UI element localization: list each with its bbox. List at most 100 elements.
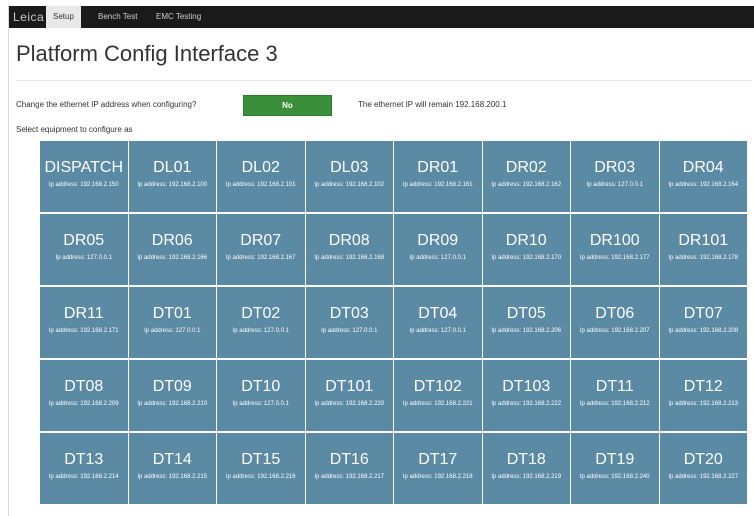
equipment-tile-dr04[interactable]: DR04 Ip address: 192.168.2.164 xyxy=(659,141,747,212)
equipment-tile-dr02[interactable]: DR02 Ip address: 192.168.2.162 xyxy=(482,141,570,212)
equipment-ip-address: Ip address: 192.168.2.206 xyxy=(491,328,562,334)
equipment-name: DR10 xyxy=(505,232,547,249)
equipment-tile-dr101[interactable]: DR101 Ip address: 192.168.2.178 xyxy=(659,214,747,285)
equipment-ip-address: Ip address: 192.168.2.213 xyxy=(668,401,739,407)
equipment-ip-address: Ip address: 192.168.2.215 xyxy=(137,474,208,480)
equipment-ip-address: Ip address: 192.168.2.216 xyxy=(225,474,296,480)
equipment-tile-dt15[interactable]: DT15 Ip address: 192.168.2.216 xyxy=(217,433,305,504)
equipment-ip-address: Ip address: 192.168.2.102 xyxy=(314,182,385,188)
equipment-name: DT102 xyxy=(413,378,462,395)
equipment-tile-dr100[interactable]: DR100 Ip address: 192.168.2.177 xyxy=(571,214,659,285)
equipment-tile-dt10[interactable]: DT10 Ip address: 127.0.0.1 xyxy=(217,360,305,431)
equipment-ip-address: Ip address: 192.168.2.162 xyxy=(491,182,562,188)
equipment-tile-dt14[interactable]: DT14 Ip address: 192.168.2.215 xyxy=(128,433,216,504)
equipment-tile-dr05[interactable]: DR05 Ip address: 127.0.0.1 xyxy=(40,214,128,285)
tab-setup[interactable]: Setup xyxy=(46,6,81,28)
equipment-tile-dr10[interactable]: DR10 Ip address: 192.168.2.170 xyxy=(482,214,570,285)
equipment-name: DL03 xyxy=(330,159,369,176)
equipment-ip-address: Ip address: 192.168.2.171 xyxy=(48,328,119,334)
equipment-ip-address: Ip address: 192.168.2.177 xyxy=(579,255,650,261)
equipment-name: DR08 xyxy=(328,232,370,249)
equipment-name: DR04 xyxy=(682,159,724,176)
equipment-name: DL02 xyxy=(241,159,280,176)
equipment-tile-dt18[interactable]: DT18 Ip address: 192.168.2.219 xyxy=(482,433,570,504)
equipment-tile-dt07[interactable]: DT07 Ip address: 192.168.2.208 xyxy=(659,287,747,358)
page-title: Platform Config Interface 3 xyxy=(16,41,278,66)
equipment-tile-dr01[interactable]: DR01 Ip address: 192.168.2.161 xyxy=(394,141,482,212)
equipment-ip-address: Ip address: 192.168.2.167 xyxy=(225,255,296,261)
equipment-name: DR02 xyxy=(505,159,547,176)
equipment-name: DR101 xyxy=(678,232,729,249)
tab-bench-test[interactable]: Bench Test xyxy=(91,6,144,28)
equipment-tile-dr09[interactable]: DR09 Ip address: 127.0.0.1 xyxy=(394,214,482,285)
equipment-tile-dl02[interactable]: DL02 Ip address: 192.168.2.101 xyxy=(217,141,305,212)
equipment-ip-address: Ip address: 127.0.0.1 xyxy=(409,255,466,261)
equipment-tile-dt06[interactable]: DT06 Ip address: 192.168.2.207 xyxy=(571,287,659,358)
equipment-name: DR07 xyxy=(240,232,282,249)
equipment-tile-dt20[interactable]: DT20 Ip address: 192.168.2.227 xyxy=(659,433,747,504)
equipment-ip-address: Ip address: 127.0.0.1 xyxy=(232,401,289,407)
ip-change-question: Change the ethernet IP address when conf… xyxy=(16,100,197,109)
equipment-tile-dt01[interactable]: DT01 Ip address: 127.0.0.1 xyxy=(128,287,216,358)
equipment-tile-dt19[interactable]: DT19 Ip address: 192.168.2.240 xyxy=(571,433,659,504)
equipment-tile-dr07[interactable]: DR07 Ip address: 192.168.2.167 xyxy=(217,214,305,285)
equipment-ip-address: Ip address: 192.168.2.166 xyxy=(137,255,208,261)
equipment-ip-address: Ip address: 192.168.2.221 xyxy=(402,401,473,407)
equipment-tile-dt102[interactable]: DT102 Ip address: 192.168.2.221 xyxy=(394,360,482,431)
equipment-tile-dt103[interactable]: DT103 Ip address: 192.168.2.222 xyxy=(482,360,570,431)
equipment-tile-dt02[interactable]: DT02 Ip address: 127.0.0.1 xyxy=(217,287,305,358)
equipment-tile-dt08[interactable]: DT08 Ip address: 192.168.2.209 xyxy=(40,360,128,431)
equipment-grid: DISPATCH Ip address: 192.168.2.150 DL01 Ip … xyxy=(40,141,747,516)
equipment-name: DT103 xyxy=(502,378,551,395)
equipment-name: DT06 xyxy=(595,305,635,322)
equipment-name: DT19 xyxy=(595,451,635,468)
brand-logo[interactable]: Leica xyxy=(13,10,44,24)
page-left-border xyxy=(8,6,9,516)
equipment-tile-dt13[interactable]: DT13 Ip address: 192.168.2.214 xyxy=(40,433,128,504)
equipment-ip-address: Ip address: 192.168.2.218 xyxy=(402,474,473,480)
equipment-tile-dt16[interactable]: DT16 Ip address: 192.168.2.217 xyxy=(305,433,393,504)
equipment-ip-address: Ip address: 192.168.2.178 xyxy=(668,255,739,261)
tab-emc-testing[interactable]: EMC Testing xyxy=(149,6,208,28)
equipment-ip-address: Ip address: 127.0.0.1 xyxy=(232,328,289,334)
select-equipment-label: Select equipment to configure as xyxy=(16,125,133,134)
title-divider xyxy=(16,80,752,81)
equipment-tile-dt17[interactable]: DT17 Ip address: 192.168.2.218 xyxy=(394,433,482,504)
equipment-name: DT08 xyxy=(64,378,104,395)
equipment-ip-address: Ip address: 192.168.2.222 xyxy=(491,401,562,407)
equipment-tile-dr08[interactable]: DR08 Ip address: 192.168.2.168 xyxy=(305,214,393,285)
equipment-name: DT12 xyxy=(683,378,723,395)
equipment-ip-address: Ip address: 192.168.2.220 xyxy=(314,401,385,407)
equipment-name: DT01 xyxy=(152,305,192,322)
equipment-tile-dr06[interactable]: DR06 Ip address: 192.168.2.166 xyxy=(128,214,216,285)
equipment-tile-dt03[interactable]: DT03 Ip address: 127.0.0.1 xyxy=(305,287,393,358)
equipment-ip-address: Ip address: 192.168.2.219 xyxy=(491,474,562,480)
equipment-tile-dt04[interactable]: DT04 Ip address: 127.0.0.1 xyxy=(394,287,482,358)
equipment-tile-dl03[interactable]: DL03 Ip address: 192.168.2.102 xyxy=(305,141,393,212)
equipment-ip-address: Ip address: 127.0.0.1 xyxy=(586,182,643,188)
equipment-tile-dr11[interactable]: DR11 Ip address: 192.168.2.171 xyxy=(40,287,128,358)
equipment-name: DT15 xyxy=(241,451,281,468)
equipment-name: DISPATCH xyxy=(44,159,124,176)
equipment-name: DR05 xyxy=(63,232,105,249)
no-button[interactable]: No xyxy=(243,95,332,116)
equipment-ip-address: Ip address: 192.168.2.209 xyxy=(48,401,119,407)
equipment-ip-address: Ip address: 127.0.0.1 xyxy=(321,328,378,334)
equipment-tile-dt05[interactable]: DT05 Ip address: 192.168.2.206 xyxy=(482,287,570,358)
equipment-tile-dl01[interactable]: DL01 Ip address: 192.168.2.100 xyxy=(128,141,216,212)
equipment-tile-dispatch[interactable]: DISPATCH Ip address: 192.168.2.150 xyxy=(40,141,128,212)
equipment-tile-dt101[interactable]: DT101 Ip address: 192.168.2.220 xyxy=(305,360,393,431)
equipment-name: DT05 xyxy=(506,305,546,322)
equipment-tile-dt12[interactable]: DT12 Ip address: 192.168.2.213 xyxy=(659,360,747,431)
equipment-name: DR09 xyxy=(417,232,459,249)
equipment-ip-address: Ip address: 127.0.0.1 xyxy=(55,255,112,261)
equipment-tile-dt11[interactable]: DT11 Ip address: 192.168.2.212 xyxy=(571,360,659,431)
equipment-ip-address: Ip address: 192.168.2.217 xyxy=(314,474,385,480)
equipment-ip-address: Ip address: 192.168.2.210 xyxy=(137,401,208,407)
equipment-ip-address: Ip address: 192.168.2.212 xyxy=(579,401,650,407)
equipment-ip-address: Ip address: 192.168.2.150 xyxy=(48,182,119,188)
equipment-tile-dt09[interactable]: DT09 Ip address: 192.168.2.210 xyxy=(128,360,216,431)
equipment-ip-address: Ip address: 192.168.2.227 xyxy=(668,474,739,480)
equipment-tile-dr03[interactable]: DR03 Ip address: 127.0.0.1 xyxy=(571,141,659,212)
equipment-ip-address: Ip address: 192.168.2.164 xyxy=(668,182,739,188)
